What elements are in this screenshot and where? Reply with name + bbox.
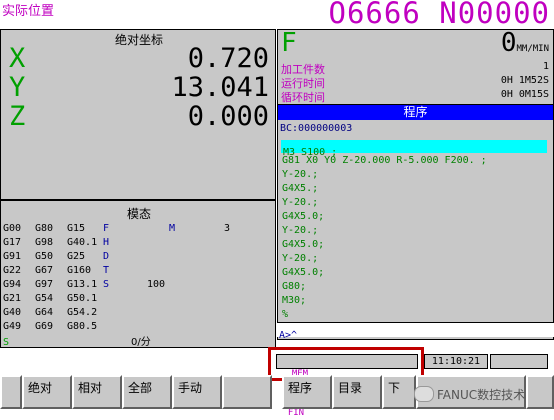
softkey-blank[interactable] [222, 375, 272, 409]
feed-value-number: 0 [500, 28, 517, 58]
program-line: G4X5.; [282, 183, 319, 194]
cycle-time-label: 循环时间 [281, 91, 325, 104]
cycle-time-value: 0H 0M15S [500, 89, 549, 100]
feed-row-cycletime: 循环时间 0H 0M15S [281, 89, 549, 105]
program-line: G4X5.0; [282, 211, 325, 222]
modal-row: G91 G50 G25 D [3, 251, 110, 262]
program-number: O6666 N00000 [328, 0, 550, 30]
program-line: M30; [282, 295, 307, 306]
screen-title: 实际位置 [2, 4, 55, 19]
softkey-all[interactable]: 全部 [122, 375, 172, 409]
feed-label: F [281, 28, 297, 58]
current-block: M3 S100 ; [281, 140, 547, 158]
spindle-label: S [3, 337, 10, 348]
modal-title: 模态 [126, 207, 151, 221]
modal-panel: 模态 G00 G80 G15 F M 3 G17 G98 G40.1 H G91 G50 G25 D … [0, 200, 276, 348]
block-counter: BC:000000003 [280, 123, 353, 134]
modal-row: G00 G80 G15 F M 3 [3, 223, 231, 234]
run-time-value: 0H 1M52S [500, 75, 549, 86]
modal-row: G17 G98 G40.1 H [3, 237, 110, 248]
program-line: % [282, 309, 289, 320]
softkey-program[interactable]: 程序 [282, 375, 332, 409]
axis-y-letter: Y [9, 72, 26, 103]
input-prompt: A>^ [279, 330, 298, 341]
watermark-text: FANUC数控技术 [437, 387, 526, 402]
axis-z-value: 0.000 [187, 101, 269, 132]
status-mode-box: MEM STRT *** FIN [276, 354, 418, 418]
program-line: G4X5.0; [282, 239, 325, 250]
watermark: FANUC数控技术 [414, 382, 550, 406]
program-line: Y-20.; [282, 225, 319, 236]
status-spacer-box [490, 354, 548, 369]
modal-row: G40 G64 G54.2 [3, 307, 98, 318]
axis-x-letter: X [9, 43, 26, 74]
softkey-absolute[interactable]: 绝对 [22, 375, 72, 409]
modal-row: G49 G69 G80.5 [3, 321, 98, 332]
program-line: G81 X0 Y0 Z-20.000 R-5.000 F200. ; [282, 155, 487, 166]
input-line[interactable]: A>^ [277, 322, 554, 341]
feed-value: 0MM/MIN [501, 28, 549, 58]
axis-x-value: 0.720 [187, 43, 269, 74]
softkey-relative[interactable]: 相对 [72, 375, 122, 409]
program-line: Y-20.; [282, 197, 319, 208]
program-line: Y-20.; [282, 253, 319, 264]
modal-row: G94 G97 G13.1 S 100 [3, 279, 166, 290]
spindle-rate-row: S 0/分 [3, 333, 151, 348]
feed-panel: F 0MM/MIN 加工件数 1 运行时间 0H 1M52S 循环时间 0H 0… [277, 28, 554, 105]
softkey-directory[interactable]: 目录 [332, 375, 382, 409]
position-panel: 绝对坐标 X 0.720 Y 13.041 Z 0.000 [0, 29, 276, 200]
axis-z-letter: Z [9, 101, 26, 132]
program-panel: 程序 BC:000000003 M3 S100 ; G81 X0 Y0 Z-20… [277, 104, 554, 340]
status-motion: FIN [287, 408, 305, 418]
parts-count-value: 1 [542, 61, 549, 72]
spindle-rate: 0/分 [131, 337, 151, 348]
wechat-icon [414, 386, 434, 402]
program-title-bar: 程序 [278, 105, 553, 120]
program-title: 程序 [403, 105, 428, 119]
softkey-left-arrow[interactable] [0, 375, 22, 409]
clock-box: 11:10:21 [424, 354, 488, 369]
axis-y-value: 13.041 [171, 72, 269, 103]
program-line: G80; [282, 281, 307, 292]
modal-row: G22 G67 G160 T [3, 265, 110, 276]
modal-row: G21 G54 G50.1 [3, 293, 98, 304]
clock-time: 11:10:21 [431, 356, 481, 367]
softkey-manual[interactable]: 手动 [172, 375, 222, 409]
softkey-next[interactable]: 下 [382, 375, 416, 409]
program-line: Y-20.; [282, 169, 319, 180]
feed-unit: MM/MIN [516, 44, 549, 54]
program-line: G4X5.0; [282, 267, 325, 278]
